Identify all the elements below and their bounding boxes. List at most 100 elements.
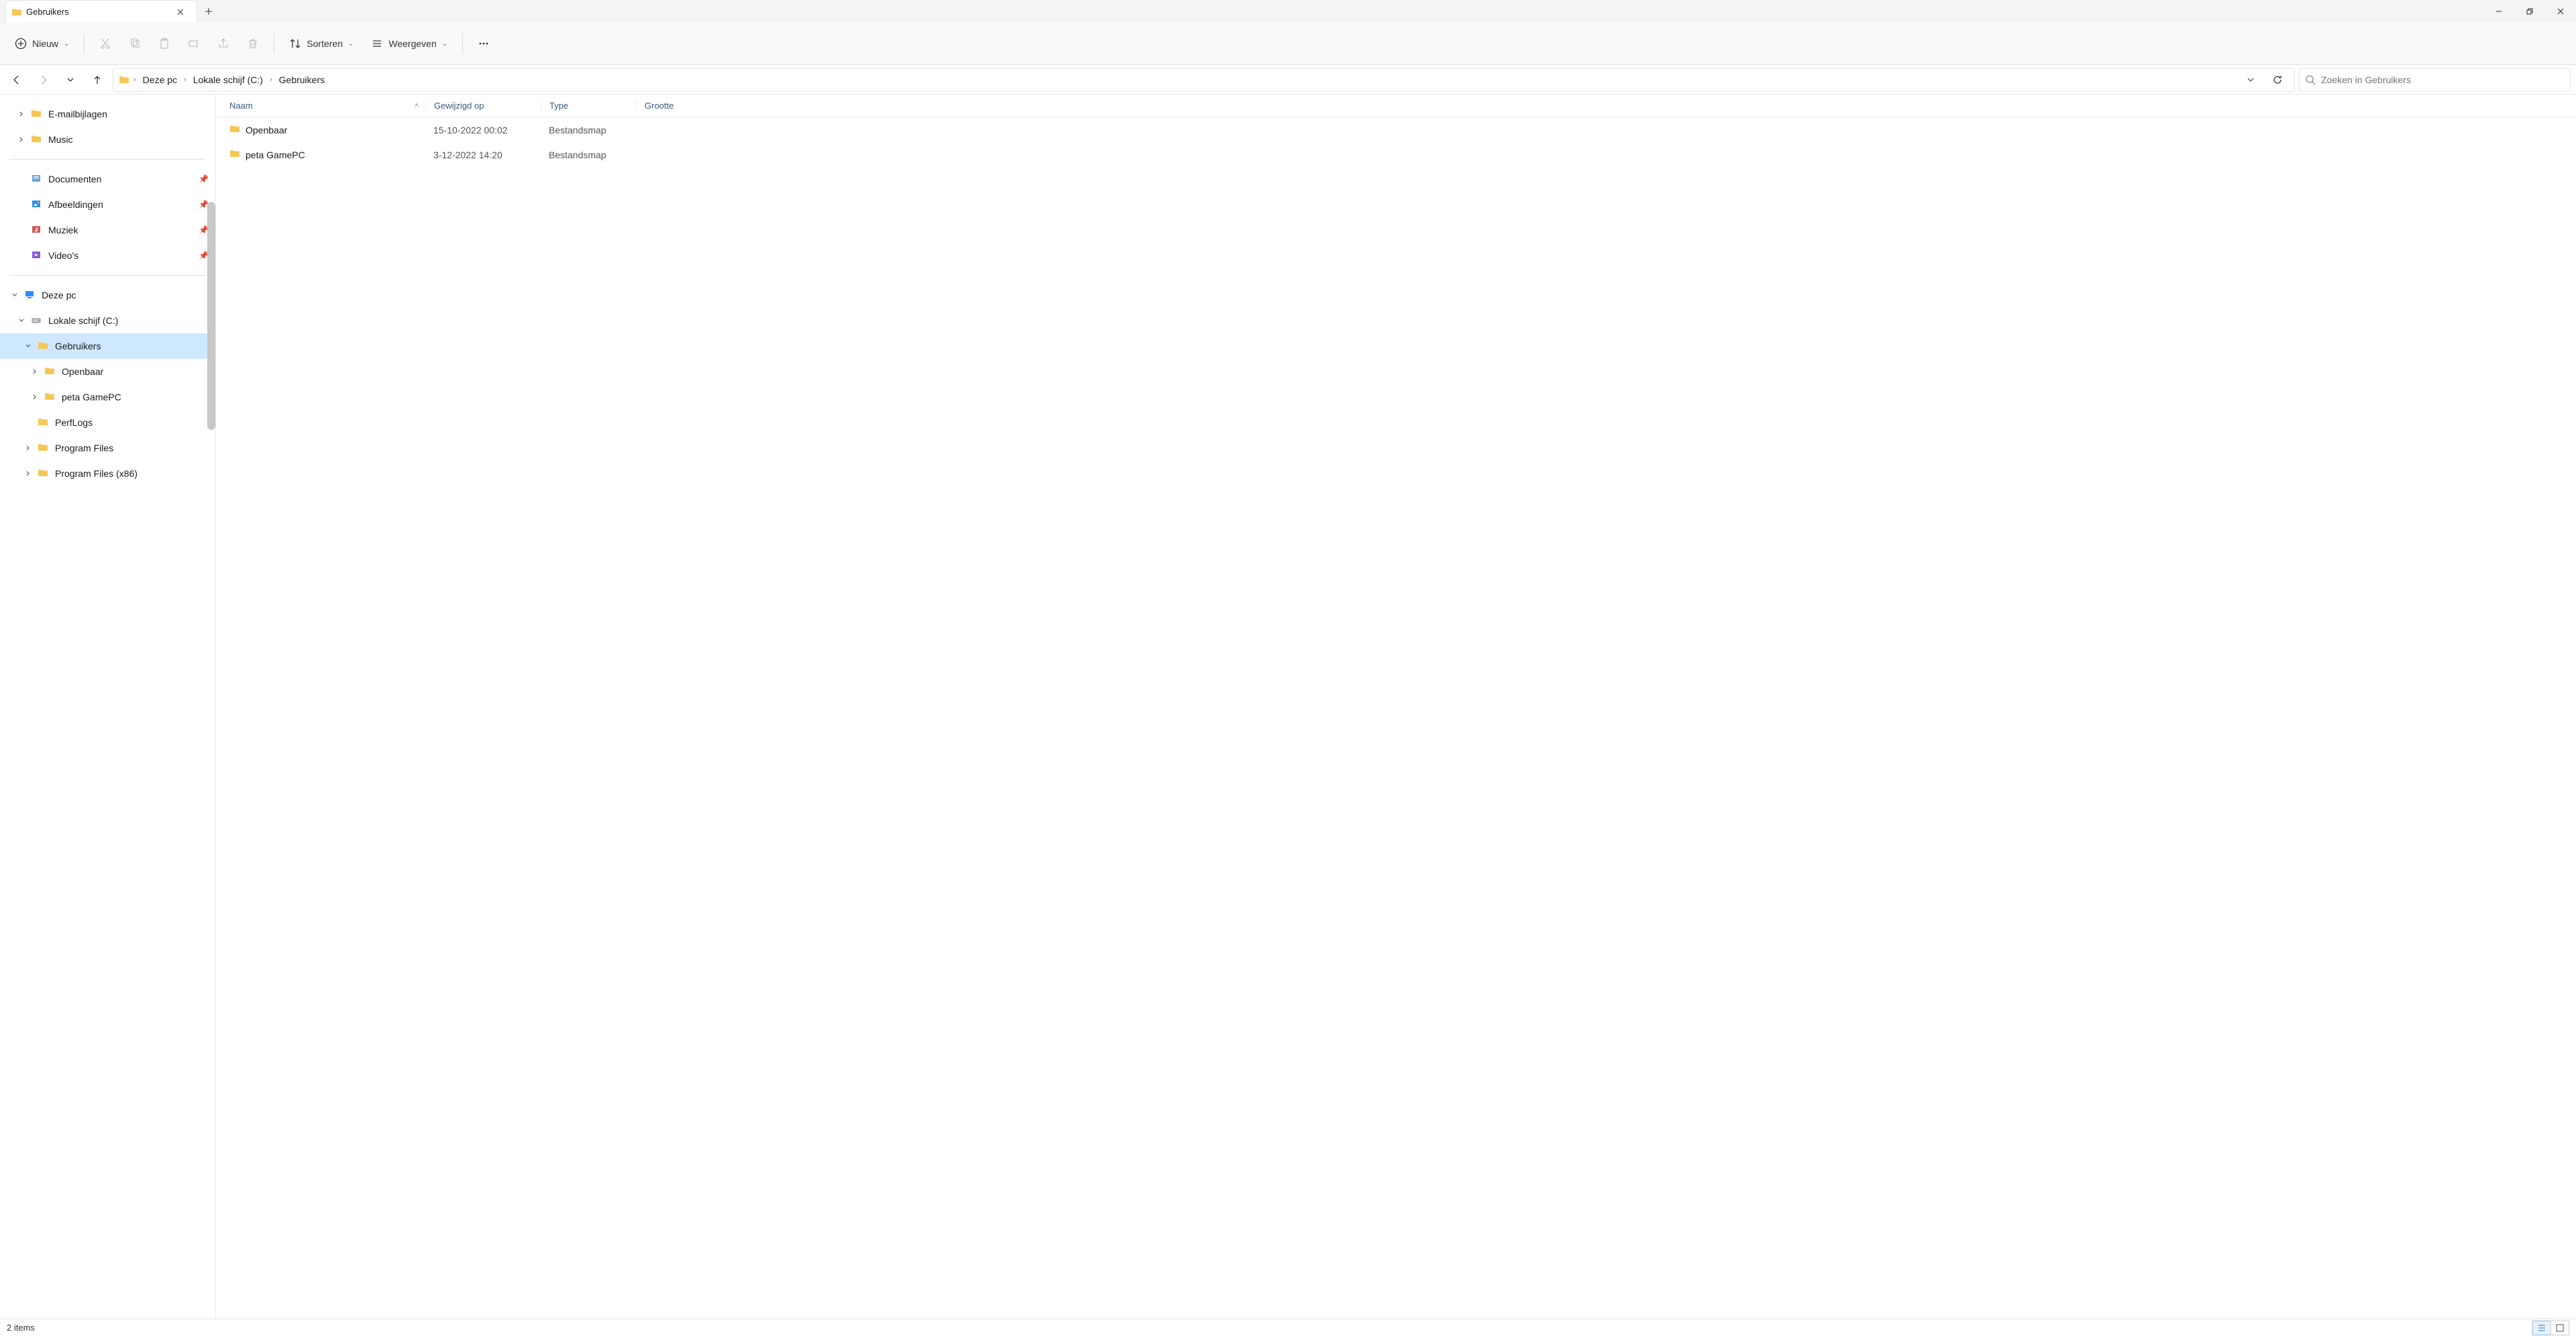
close-icon [2557, 8, 2564, 15]
breadcrumb-dropdown-button[interactable] [2239, 68, 2262, 91]
tab-current[interactable]: Gebruikers [5, 0, 197, 23]
sidebar-item[interactable]: Lokale schijf (C:) [0, 308, 215, 333]
table-row[interactable]: peta GamePC3-12-2022 14:20Bestandsmap [216, 142, 2576, 167]
breadcrumb[interactable]: › Deze pc › Lokale schijf (C:) › Gebruik… [113, 68, 2295, 92]
chevron-down-icon: ⌄ [348, 40, 354, 48]
titlebar: Gebruikers [0, 0, 2576, 23]
column-modified[interactable]: Gewijzigd op [425, 101, 541, 111]
toolbar: Nieuw ⌄ Sorte [0, 23, 2576, 65]
expander-icon[interactable] [23, 470, 34, 477]
back-button[interactable] [5, 68, 28, 91]
sidebar-item[interactable]: peta GamePC [0, 384, 215, 410]
sort-asc-icon: ˄ [415, 102, 419, 109]
column-type[interactable]: Type [541, 101, 636, 111]
table-row[interactable]: Openbaar15-10-2022 00:02Bestandsmap [216, 117, 2576, 142]
sidebar-item-label: Music [48, 134, 73, 145]
delete-icon [247, 38, 259, 50]
new-button[interactable]: Nieuw ⌄ [8, 34, 76, 54]
pc-icon [24, 289, 35, 302]
sidebar-item[interactable]: Program Files (x86) [0, 461, 215, 486]
column-headers: Naam ˄ Gewijzigd op Type Grootte [216, 95, 2576, 117]
copy-button[interactable] [122, 31, 148, 56]
expander-icon[interactable] [30, 394, 40, 400]
minimize-button[interactable] [2483, 0, 2514, 23]
sidebar-item[interactable]: Documenten📌 [0, 166, 215, 192]
search-input[interactable] [2321, 74, 2565, 85]
breadcrumb-segment[interactable]: Lokale schijf (C:) [191, 72, 266, 88]
rename-icon [188, 38, 200, 50]
breadcrumb-segment[interactable]: Gebruikers [276, 72, 327, 88]
chevron-right-icon: › [133, 76, 136, 84]
folder-icon [38, 442, 48, 455]
sidebar-item[interactable]: E-mailbijlagen [0, 101, 215, 127]
forward-button[interactable] [32, 68, 55, 91]
sidebar-item[interactable]: Muziek📌 [0, 217, 215, 243]
status-count: 2 items [7, 1323, 35, 1333]
view-thumbnails-toggle[interactable] [2551, 1321, 2569, 1335]
expander-icon[interactable] [23, 445, 34, 451]
sidebar: E-mailbijlagenMusic Documenten📌Afbeeldin… [0, 95, 216, 1319]
file-name: peta GamePC [246, 150, 305, 160]
folder-icon [31, 133, 42, 146]
search-box[interactable] [2299, 68, 2571, 92]
window-controls [2483, 0, 2576, 23]
file-list: Naam ˄ Gewijzigd op Type Grootte Openbaa… [216, 95, 2576, 1319]
up-button[interactable] [86, 68, 109, 91]
column-name[interactable]: Naam ˄ [229, 101, 425, 111]
sidebar-scrollbar[interactable] [207, 202, 215, 430]
new-icon [15, 38, 27, 50]
picfolder-icon [31, 199, 42, 211]
address-bar-row: › Deze pc › Lokale schijf (C:) › Gebruik… [0, 65, 2576, 95]
expander-icon[interactable] [16, 111, 27, 117]
view-icon [371, 38, 383, 50]
sidebar-item[interactable]: Deze pc [0, 282, 215, 308]
grid-icon [2555, 1323, 2565, 1333]
expander-icon[interactable] [30, 368, 40, 375]
sidebar-item[interactable]: Afbeeldingen📌 [0, 192, 215, 217]
sidebar-item-label: Program Files (x86) [55, 468, 138, 479]
sidebar-item[interactable]: Gebruikers [0, 333, 215, 359]
rename-button[interactable] [181, 31, 207, 56]
sidebar-item[interactable]: Openbaar [0, 359, 215, 384]
expander-icon[interactable] [16, 317, 27, 324]
sidebar-item[interactable]: Program Files [0, 435, 215, 461]
more-button[interactable] [471, 31, 496, 56]
expander-icon[interactable] [16, 136, 27, 143]
sidebar-item-label: Afbeeldingen [48, 199, 103, 210]
view-details-toggle[interactable] [2532, 1321, 2551, 1335]
recent-button[interactable] [59, 68, 82, 91]
sort-button[interactable]: Sorteren ⌄ [282, 34, 360, 54]
folder-icon [44, 391, 55, 404]
minimize-icon [2496, 8, 2502, 15]
file-type: Bestandsmap [541, 125, 636, 135]
folder-icon [38, 467, 48, 480]
folder-icon [31, 108, 42, 121]
sidebar-item-label: Openbaar [62, 366, 103, 377]
sidebar-item[interactable]: PerfLogs [0, 410, 215, 435]
restore-icon [2526, 8, 2533, 15]
expander-icon[interactable] [23, 343, 34, 349]
sidebar-item[interactable]: Video's📌 [0, 243, 215, 268]
file-type: Bestandsmap [541, 150, 636, 160]
maximize-button[interactable] [2514, 0, 2545, 23]
sidebar-divider [9, 275, 206, 276]
folder-icon [38, 340, 48, 353]
videofolder-icon [31, 249, 42, 262]
sidebar-item[interactable]: Music [0, 127, 215, 152]
refresh-button[interactable] [2266, 68, 2289, 91]
share-button[interactable] [211, 31, 236, 56]
new-tab-button[interactable] [197, 0, 220, 23]
breadcrumb-segment[interactable]: Deze pc [140, 72, 180, 88]
view-button[interactable]: Weergeven ⌄ [364, 34, 454, 54]
search-icon [2305, 74, 2316, 85]
cut-button[interactable] [93, 31, 118, 56]
sidebar-item-label: Muziek [48, 225, 78, 235]
close-window-button[interactable] [2545, 0, 2576, 23]
expander-icon[interactable] [9, 292, 20, 298]
column-size[interactable]: Grootte [636, 101, 716, 111]
tab-close-button[interactable] [171, 3, 190, 21]
sidebar-item-label: peta GamePC [62, 392, 121, 402]
sort-label: Sorteren [307, 38, 343, 49]
paste-button[interactable] [152, 31, 177, 56]
delete-button[interactable] [240, 31, 266, 56]
